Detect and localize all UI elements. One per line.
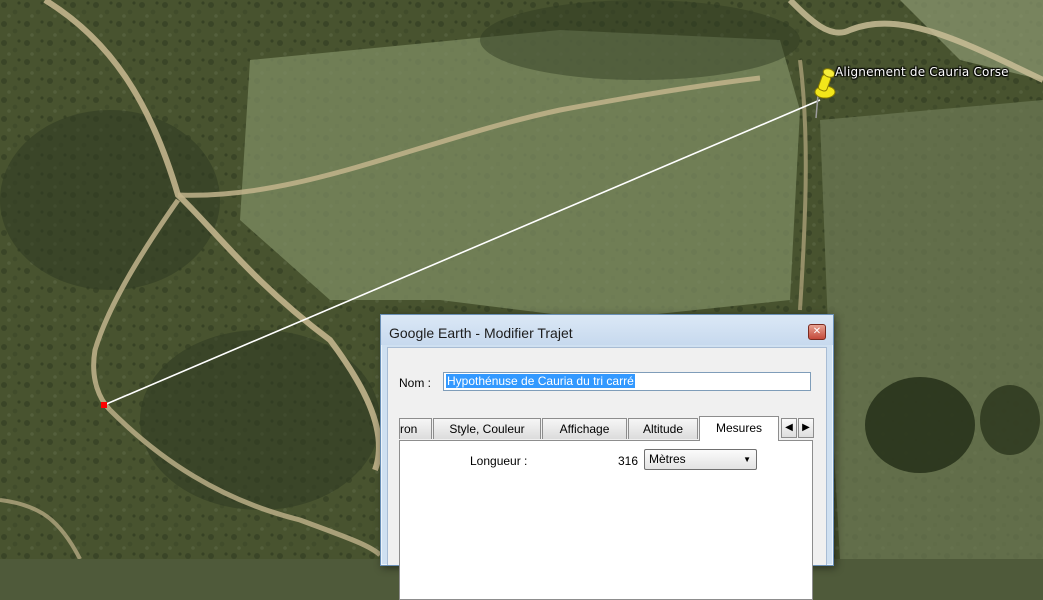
- name-input[interactable]: Hypothénuse de Cauria du tri carré: [443, 372, 811, 391]
- measures-panel: Longueur : 316 Mètres ▼: [399, 440, 813, 600]
- unit-select[interactable]: Mètres ▼: [644, 449, 757, 470]
- dialog-titlebar[interactable]: Google Earth - Modifier Trajet ✕: [381, 315, 833, 345]
- name-label: Nom :: [399, 376, 432, 390]
- placemark-label[interactable]: Alignement de Cauria Corse: [835, 65, 1009, 79]
- unit-selected-value: Mètres: [649, 452, 686, 466]
- tab-altitude[interactable]: Altitude: [628, 418, 698, 439]
- close-icon[interactable]: ✕: [808, 324, 826, 340]
- triangle-right-icon[interactable]: ▶: [798, 418, 814, 438]
- edit-path-dialog: Google Earth - Modifier Trajet ✕ Nom : H…: [380, 314, 834, 600]
- tab-mesures[interactable]: Mesures: [699, 416, 779, 441]
- tab-style-couleur[interactable]: Style, Couleur: [433, 418, 541, 439]
- triangle-left-icon[interactable]: ◀: [781, 418, 797, 438]
- tab-description-partial[interactable]: ron: [399, 418, 432, 439]
- length-label: Longueur :: [470, 454, 528, 468]
- dialog-title: Google Earth - Modifier Trajet: [389, 325, 573, 341]
- path-end-marker[interactable]: [101, 402, 107, 408]
- tab-affichage[interactable]: Affichage: [542, 418, 627, 439]
- chevron-down-icon: ▼: [743, 455, 751, 464]
- length-value: 316: [618, 454, 639, 468]
- tab-strip: ron Style, Couleur Affichage Altitude Me…: [399, 416, 829, 441]
- dialog-body: Nom : Hypothénuse de Cauria du tri carré…: [387, 347, 829, 600]
- name-input-selected-text: Hypothénuse de Cauria du tri carré: [446, 374, 635, 388]
